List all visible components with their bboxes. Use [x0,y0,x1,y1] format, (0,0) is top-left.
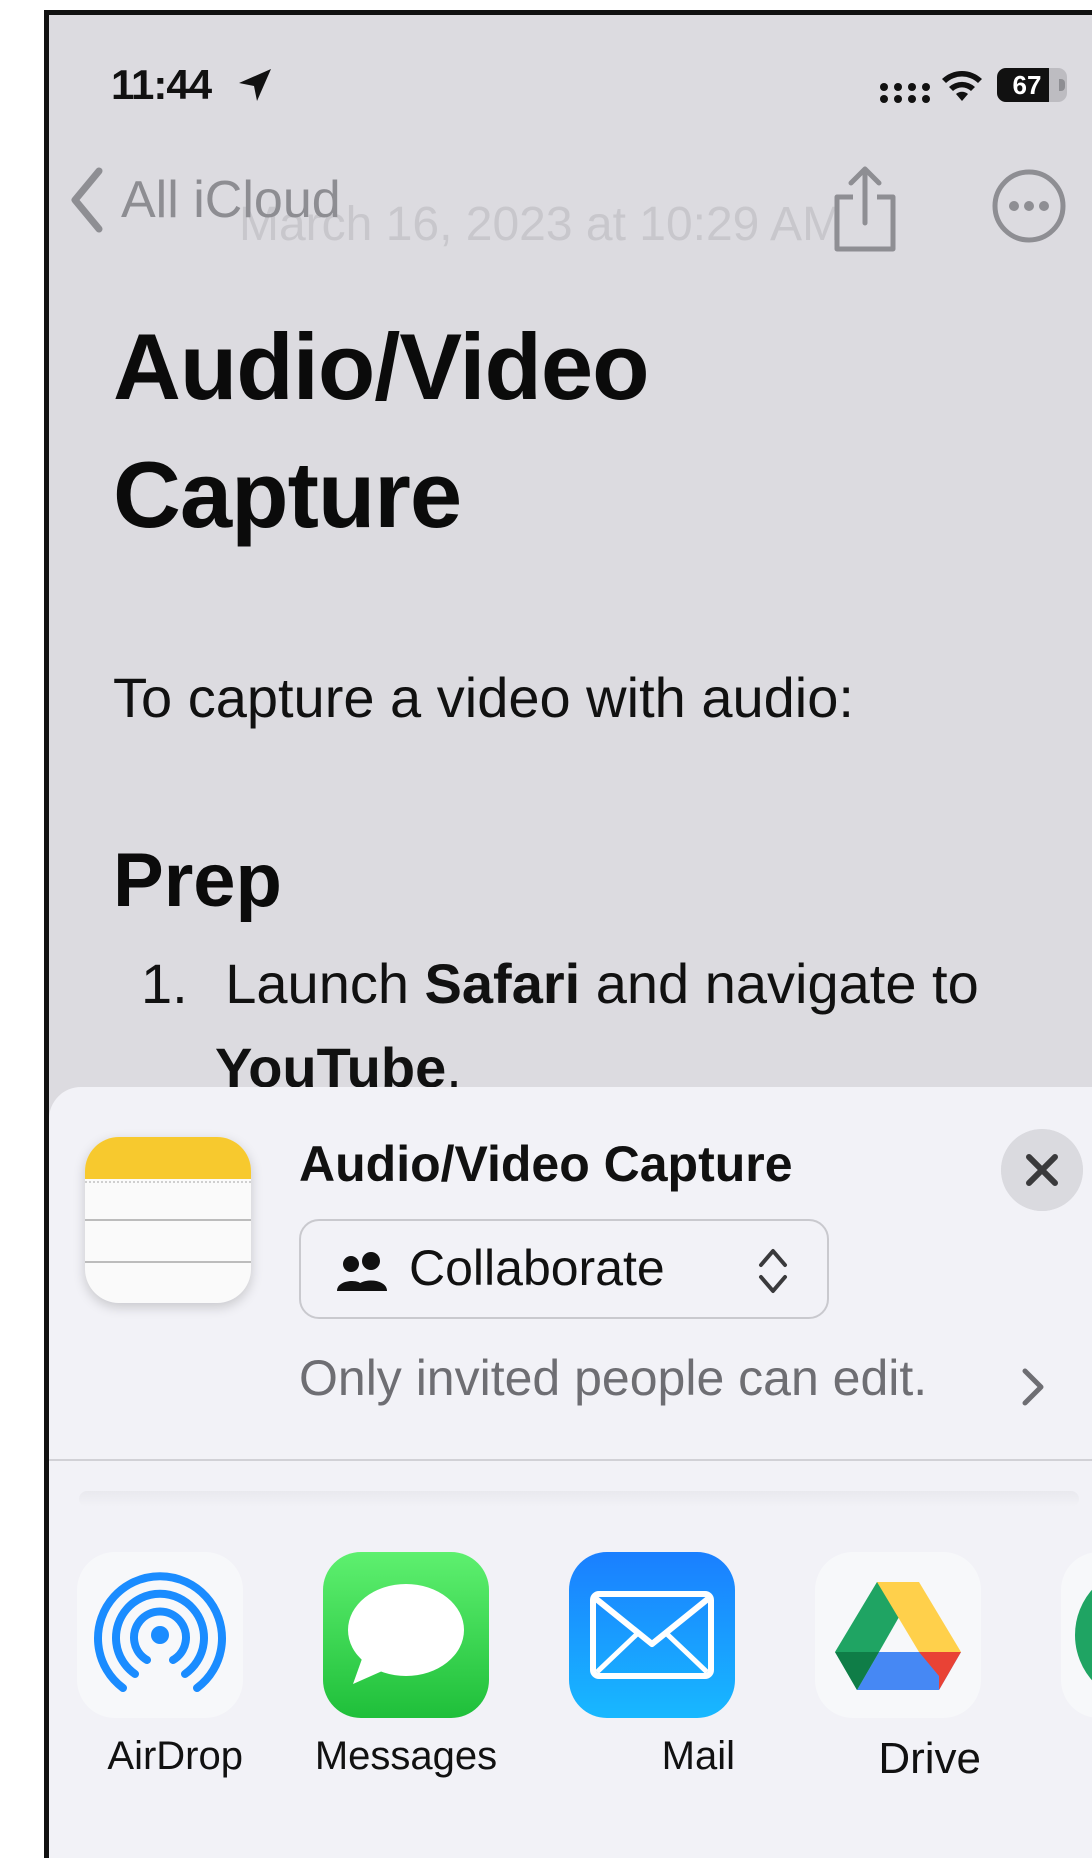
note-step-1[interactable]: 1. Launch Safari and navigate to [141,951,979,1016]
permission-text[interactable]: Only invited people can edit. [299,1349,927,1407]
more-options-icon[interactable] [991,168,1067,244]
share-sheet: Audio/Video Capture Collaborate Only inv… [49,1087,1092,1858]
share-app-airdrop[interactable]: AirDrop [77,1552,243,1779]
battery-level: 67 [1012,70,1042,100]
note-intro-text[interactable]: To capture a video with audio: [113,665,854,730]
notes-app-icon [85,1137,251,1303]
battery-icon: 67 [997,68,1067,104]
share-app-mail[interactable]: Mail [569,1552,735,1779]
note-title[interactable]: Audio/Video Capture [113,303,1013,559]
people-icon [337,1252,387,1291]
airdrop-icon [77,1552,243,1718]
chevron-up-down-icon [759,1249,787,1293]
messages-icon [323,1552,489,1718]
share-app-messages[interactable]: Messages [315,1552,497,1779]
share-sheet-title: Audio/Video Capture [299,1136,793,1192]
collaborate-dropdown[interactable]: Collaborate [299,1219,829,1319]
collaborate-label: Collaborate [409,1240,665,1296]
note-heading-prep[interactable]: Prep [113,837,282,924]
chevron-right-icon[interactable] [1021,1367,1045,1407]
status-time: 11:44 [111,61,212,108]
cellular-signal-icon [880,83,930,103]
back-button[interactable]: All iCloud [67,165,341,235]
share-icon[interactable] [829,163,901,253]
wifi-icon [942,71,982,101]
people-row-placeholder [79,1491,1079,1507]
google-drive-icon [815,1552,981,1718]
status-bar: 11:44 67 [49,15,1092,155]
step-number: 1. [141,952,188,1015]
share-app-drive[interactable]: Drive [815,1552,981,1784]
step-text: Launch Safari and navigate to [225,952,979,1015]
app-label: Drive [878,1734,981,1783]
divider [49,1459,1092,1461]
app-label: AirDrop [107,1734,243,1778]
partial-app-icon [1061,1552,1092,1718]
share-app-partial[interactable]: C [1061,1552,1092,1779]
app-label: Mail [661,1734,735,1778]
close-icon[interactable] [1001,1129,1083,1211]
app-label: Messages [314,1734,498,1778]
back-button-label: All iCloud [121,171,341,229]
chevron-left-icon [71,167,103,233]
phone-screen: 11:44 67 March 16, 2023 at 10:29 AM All … [44,10,1092,1858]
location-arrow-icon [239,69,271,101]
mail-icon [569,1552,735,1718]
